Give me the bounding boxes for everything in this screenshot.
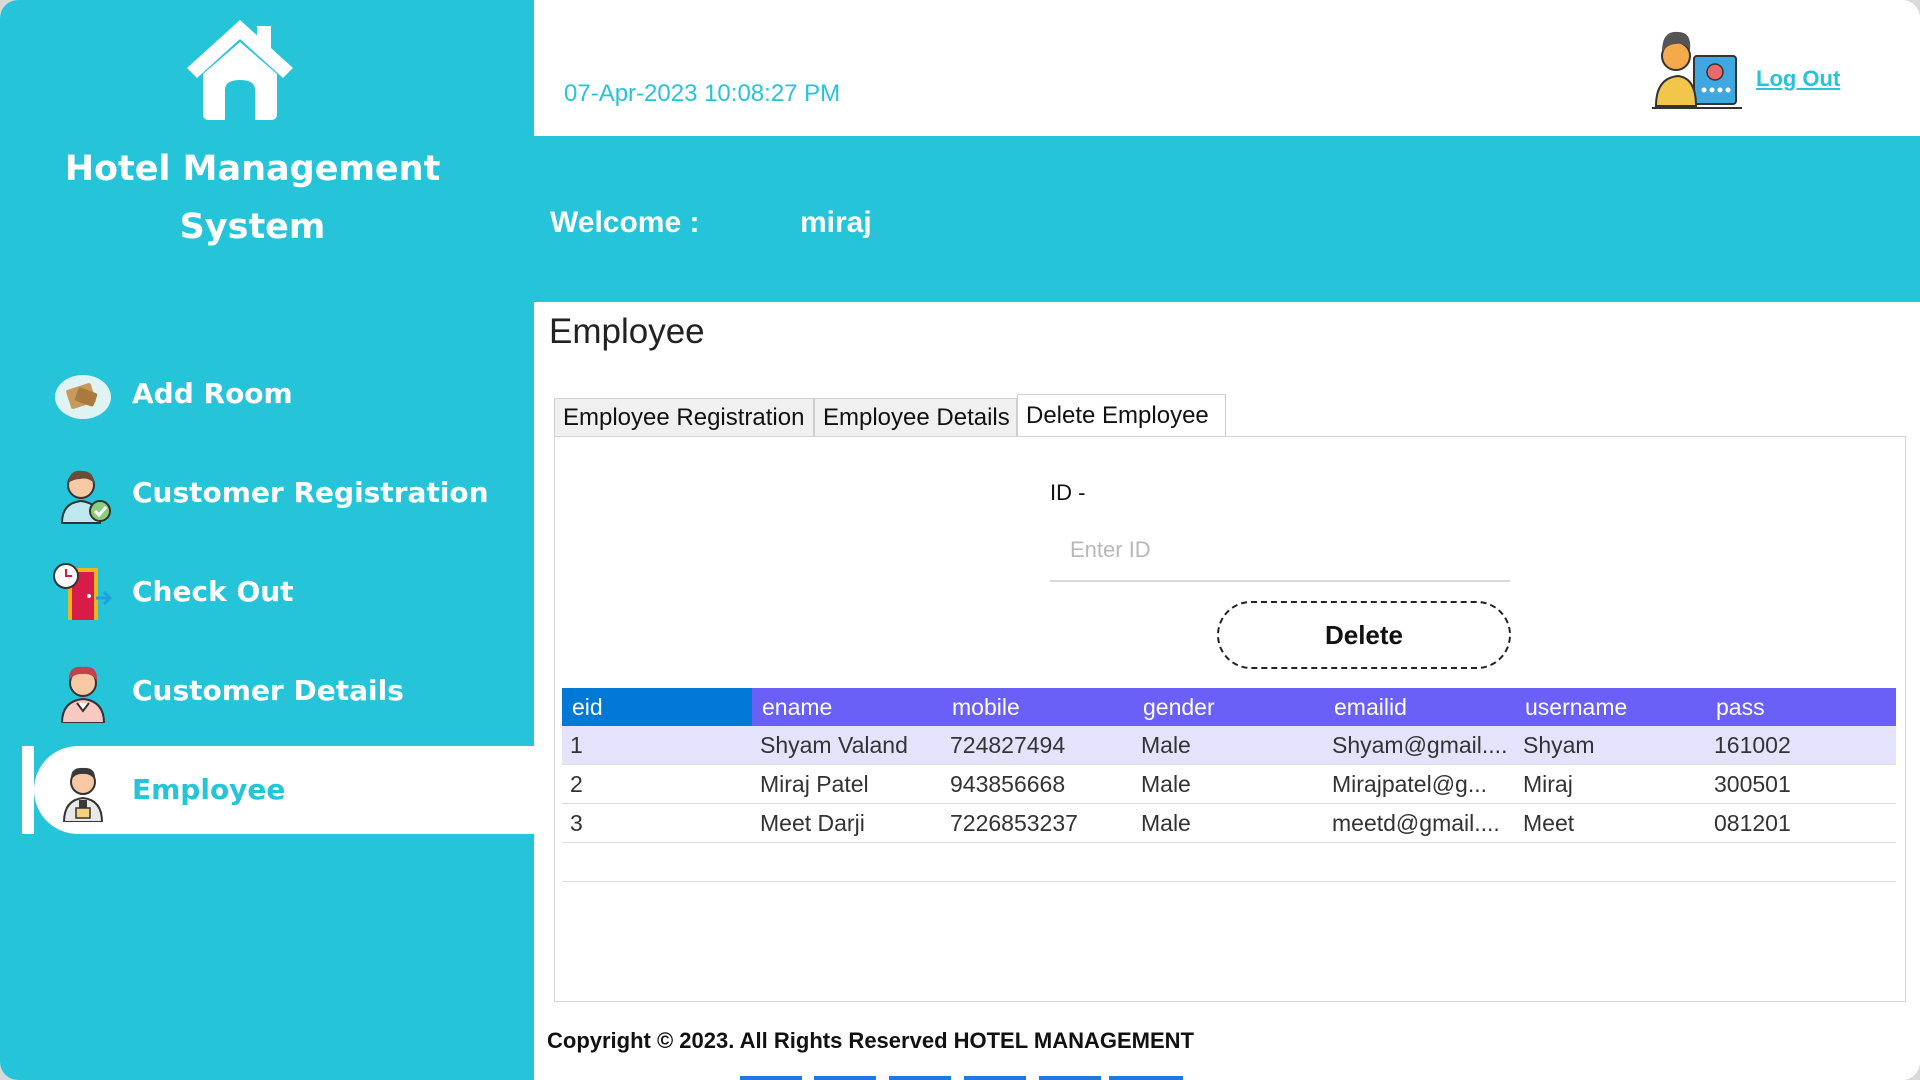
sidebar: Hotel Management System Add Room Custome… [0, 0, 534, 1080]
cell-ename: Meet Darji [760, 810, 865, 836]
column-header-mobile[interactable]: mobile [942, 688, 1133, 726]
cell-mobile: 724827494 [950, 732, 1066, 758]
main-window: Hotel Management System Add Room Custome… [0, 0, 1920, 1080]
employee-table: eid ename mobile gender emailid username… [562, 688, 1896, 882]
cell-emailid: meetd@gmail.... [1332, 810, 1500, 836]
cell-mobile: 943856668 [950, 771, 1066, 797]
sidebar-item-label: Employee [132, 773, 286, 806]
cell-emailid: Shyam@gmail.... [1332, 732, 1508, 758]
column-header-username[interactable]: username [1515, 688, 1706, 726]
top-bar: 07-Apr-2023 10:08:27 PM Log Out [534, 0, 1920, 136]
page-title: Employee [549, 312, 705, 351]
cell-eid: 2 [570, 771, 583, 797]
app-root: Hotel Management System Add Room Custome… [0, 0, 1920, 1080]
cell-mobile: 7226853237 [950, 810, 1078, 836]
cell-eid: 1 [570, 732, 583, 758]
column-header-eid[interactable]: eid [562, 688, 752, 726]
column-header-ename[interactable]: ename [752, 688, 942, 726]
cell-pass: 081201 [1714, 810, 1791, 836]
cell-emailid: Mirajpatel@g... [1332, 771, 1488, 797]
taskbar-indicator [814, 1076, 876, 1080]
copyright-text: Copyright © 2023. All Rights Reserved HO… [547, 1028, 1194, 1053]
column-header-pass[interactable]: pass [1706, 688, 1896, 726]
table-header-row: eid ename mobile gender emailid username… [562, 688, 1896, 726]
taskbar-indicator [1039, 1076, 1101, 1080]
id-field-wrapper [1050, 522, 1510, 582]
cell-gender: Male [1141, 810, 1191, 836]
cell-gender: Male [1141, 732, 1191, 758]
cell-username: Miraj [1523, 771, 1573, 797]
active-indicator [22, 746, 34, 834]
table-row[interactable]: 2 Miraj Patel 943856668 Male Mirajpatel@… [562, 765, 1896, 804]
sidebar-item-label: Check Out [132, 575, 294, 608]
taskbar-indicator [1109, 1076, 1183, 1080]
tab-delete-employee[interactable]: Delete Employee [1017, 394, 1226, 436]
taskbar-indicator [889, 1076, 951, 1080]
taskbar-indicator [740, 1076, 802, 1080]
logout-link[interactable]: Log Out [1756, 66, 1840, 92]
cell-ename: Shyam Valand [760, 732, 908, 758]
id-input[interactable] [1050, 522, 1510, 578]
sidebar-item-customer-details[interactable]: Customer Details [0, 647, 534, 735]
employee-icon [62, 767, 104, 822]
check-out-icon [53, 563, 113, 620]
room-icon [55, 375, 111, 419]
table-row[interactable]: 3 Meet Darji 7226853237 Male meetd@gmail… [562, 804, 1896, 843]
table-empty-row [562, 843, 1896, 882]
sidebar-item-label: Add Room [132, 377, 293, 410]
app-title: Hotel Management System [64, 149, 441, 247]
sidebar-item-label: Customer Registration [132, 476, 489, 509]
welcome-username: miraj [800, 206, 872, 239]
id-label: ID - [1050, 480, 1086, 505]
cell-eid: 3 [570, 810, 583, 836]
cell-ename: Miraj Patel [760, 771, 869, 797]
delete-button[interactable]: Delete [1217, 601, 1511, 669]
cell-username: Shyam [1523, 732, 1595, 758]
table-row[interactable]: 1 Shyam Valand 724827494 Male Shyam@gmai… [562, 726, 1896, 765]
cell-pass: 161002 [1714, 732, 1791, 758]
sidebar-item-add-room[interactable]: Add Room [0, 350, 534, 438]
datetime-display: 07-Apr-2023 10:08:27 PM [564, 80, 841, 107]
welcome-bar: Welcome : miraj [534, 136, 1920, 302]
customer-details-icon [60, 666, 106, 723]
sidebar-item-customer-registration[interactable]: Customer Registration [0, 449, 534, 537]
cell-pass: 300501 [1714, 771, 1791, 797]
welcome-label: Welcome : [550, 206, 700, 239]
cell-gender: Male [1141, 771, 1191, 797]
sidebar-item-employee[interactable]: Employee [0, 746, 534, 834]
sidebar-item-check-out[interactable]: Check Out [0, 548, 534, 636]
sidebar-item-label: Customer Details [132, 674, 404, 707]
column-header-gender[interactable]: gender [1133, 688, 1324, 726]
column-header-emailid[interactable]: emailid [1324, 688, 1515, 726]
customer-registration-icon [60, 470, 111, 524]
receptionist-user-icon [1652, 31, 1742, 109]
cell-username: Meet [1523, 810, 1575, 836]
house-logo-icon [187, 20, 293, 120]
tab-employee-details[interactable]: Employee Details [814, 398, 1017, 436]
tab-employee-registration[interactable]: Employee Registration [554, 398, 814, 436]
taskbar-indicator [964, 1076, 1026, 1080]
